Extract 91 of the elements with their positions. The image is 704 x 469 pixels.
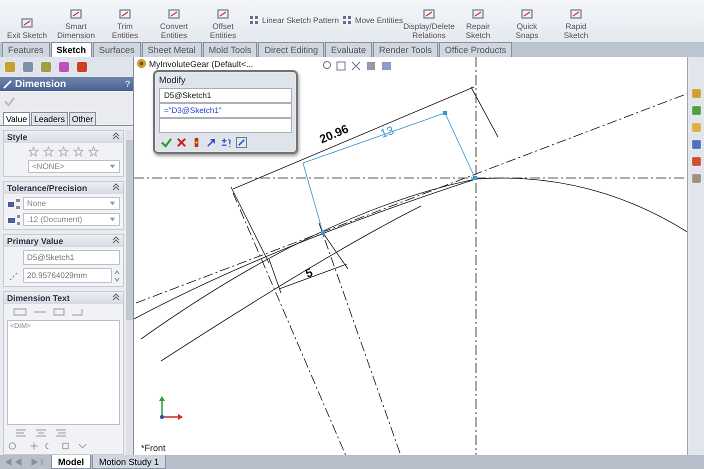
view-orientation-label: *Front xyxy=(141,443,166,453)
help-button[interactable]: ? xyxy=(124,79,130,89)
panel-tab[interactable]: Value xyxy=(3,112,30,125)
collapse-icon[interactable] xyxy=(112,183,120,191)
precision-dropdown[interactable]: .12 (Document) xyxy=(23,213,120,226)
dimension-label[interactable]: 5 xyxy=(303,265,315,281)
style-star-icon[interactable] xyxy=(28,146,39,157)
tool-icon xyxy=(422,7,436,21)
style-star-icon[interactable] xyxy=(43,146,54,157)
pencil-icon[interactable] xyxy=(236,137,247,148)
task-pane-icon[interactable] xyxy=(690,155,702,168)
ribbon-button[interactable]: Exit Sketch xyxy=(4,16,50,40)
section-title: Primary Value xyxy=(7,236,64,246)
manager-tab-icon[interactable] xyxy=(21,60,35,74)
ribbon-tab[interactable]: Office Products xyxy=(438,42,512,57)
style-dropdown[interactable]: <NONE> xyxy=(28,160,120,173)
manager-tab-icon[interactable] xyxy=(3,60,17,74)
feature-tree-item[interactable]: MyInvoluteGear (Default<... xyxy=(136,58,254,69)
ribbon-tab[interactable]: Sheet Metal xyxy=(142,42,202,57)
collapse-icon[interactable] xyxy=(112,132,120,140)
ribbon-tab[interactable]: Evaluate xyxy=(325,42,372,57)
tool-icon xyxy=(216,7,230,21)
tool-icon xyxy=(520,7,534,21)
tool-icon xyxy=(470,7,485,21)
panel-tab[interactable]: Leaders xyxy=(31,112,68,125)
grid-icon xyxy=(249,15,259,25)
panel-tab[interactable]: Other xyxy=(68,112,96,125)
ribbon-tab[interactable]: Sketch xyxy=(50,42,92,57)
dimension-icon xyxy=(3,80,12,88)
precision-icon xyxy=(7,214,21,226)
manager-tab-icon[interactable] xyxy=(75,60,89,74)
style-star-icon[interactable] xyxy=(73,146,84,157)
ribbon-button[interactable]: Convert Entities xyxy=(151,7,197,40)
panel-title: Dimension xyxy=(15,78,68,90)
tool-icon xyxy=(568,7,583,21)
section-title: Dimension Text xyxy=(7,293,70,303)
dimension-name-field[interactable]: D5@Sketch1 xyxy=(23,250,120,265)
part-icon xyxy=(136,58,147,69)
tolerance-dropdown[interactable]: None xyxy=(23,197,120,210)
dimension-name-field[interactable]: D5@Sketch1 xyxy=(159,88,292,103)
ribbon-button[interactable]: Repair Sketch xyxy=(454,7,501,40)
ribbon-button[interactable]: Trim Entities xyxy=(102,7,148,40)
manager-tab-icon[interactable] xyxy=(57,60,71,74)
check-icon[interactable] xyxy=(161,137,172,148)
tolerance-icon xyxy=(7,198,21,210)
ribbon-button[interactable]: Smart Dimension xyxy=(53,7,99,40)
tab-navigation-icon[interactable] xyxy=(4,457,44,467)
check-icon[interactable] xyxy=(4,96,15,107)
close-icon[interactable] xyxy=(176,137,187,148)
empty-field[interactable] xyxy=(159,118,292,133)
style-star-icon[interactable] xyxy=(58,146,69,157)
ribbon-button[interactable]: Move Entities xyxy=(342,15,403,25)
tool-icon xyxy=(118,7,132,21)
grid-icon xyxy=(342,15,352,25)
dialog-title: Modify xyxy=(159,75,187,87)
ribbon-tab[interactable]: Render Tools xyxy=(373,42,438,57)
document-tab[interactable]: Model xyxy=(51,455,91,469)
style-star-icon[interactable] xyxy=(88,146,99,157)
dimension-value-field[interactable]: 20.95764029mm xyxy=(23,268,112,283)
section-title: Style xyxy=(7,132,28,142)
document-tab[interactable]: Motion Study 1 xyxy=(92,455,166,469)
spin-control[interactable] xyxy=(114,270,120,282)
plus-minus-icon[interactable] xyxy=(221,137,232,148)
collapse-icon[interactable] xyxy=(112,293,120,301)
scrollbar[interactable] xyxy=(126,130,133,455)
ribbon-button[interactable]: Rapid Sketch xyxy=(552,7,599,40)
arrow-icon[interactable] xyxy=(206,137,217,148)
value-field[interactable]: ="D3@Sketch1" xyxy=(159,103,292,118)
task-pane-icon[interactable] xyxy=(690,172,702,185)
caret-icon xyxy=(109,200,116,207)
dimension-label[interactable]: 20.96 xyxy=(317,122,351,146)
caret-icon xyxy=(109,163,116,170)
caret-icon xyxy=(109,216,116,223)
ribbon-button[interactable]: Quick Snaps xyxy=(504,7,550,40)
tool-icon xyxy=(20,16,34,30)
section-title: Tolerance/Precision xyxy=(7,183,88,193)
tool-icon xyxy=(167,7,181,21)
ribbon-button[interactable]: Offset Entities xyxy=(200,7,246,40)
task-pane-icon[interactable] xyxy=(690,121,702,134)
manager-tab-icon[interactable] xyxy=(39,60,53,74)
ribbon-tab[interactable]: Features xyxy=(2,42,50,57)
ribbon-button[interactable]: Linear Sketch Pattern xyxy=(249,15,339,25)
task-pane-icon[interactable] xyxy=(690,138,702,151)
task-pane-icon[interactable] xyxy=(690,104,702,117)
ribbon-button[interactable]: Display/Delete Relations xyxy=(406,7,452,40)
ribbon-tab[interactable]: Mold Tools xyxy=(202,42,258,57)
tool-icon xyxy=(69,7,83,21)
collapse-icon[interactable] xyxy=(112,236,120,244)
ribbon-tab[interactable]: Surfaces xyxy=(93,42,141,57)
task-pane-icon[interactable] xyxy=(690,87,702,100)
ribbon-tab[interactable]: Direct Editing xyxy=(258,42,324,57)
